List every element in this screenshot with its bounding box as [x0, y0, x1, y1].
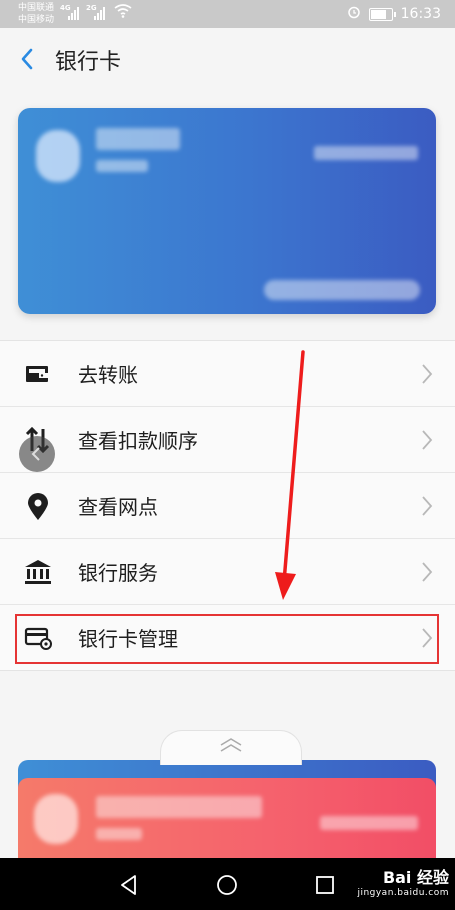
menu-item-deduction-order[interactable]: 查看扣款顺序	[0, 407, 455, 473]
card-number-blurred	[314, 146, 418, 160]
carrier-labels: 中国联通 中国移动	[18, 2, 54, 26]
card-action-blurred	[264, 280, 420, 300]
double-chevron-up-icon	[220, 738, 242, 752]
bank-logo-blurred	[34, 794, 78, 844]
card-type-blurred	[96, 828, 142, 840]
menu-item-label: 银行卡管理	[78, 627, 178, 651]
circle-home-icon	[217, 875, 237, 895]
back-button[interactable]	[16, 44, 40, 74]
square-recents-icon	[316, 876, 334, 894]
battery-icon	[368, 7, 396, 21]
menu-item-bank-services[interactable]: 银行服务	[0, 539, 455, 605]
chevron-left-icon	[21, 48, 33, 70]
watermark-sub: jingyan.baidu.com	[357, 888, 449, 898]
card-menu: 去转账 查看扣款顺序 查看网点 银行服务 银行卡管理	[0, 340, 455, 671]
header: 银行卡	[0, 28, 455, 90]
signal-icon	[68, 6, 79, 20]
menu-item-label: 去转账	[78, 363, 138, 387]
menu-item-branches[interactable]: 查看网点	[0, 473, 455, 539]
nav-recents-button[interactable]	[312, 872, 338, 898]
wifi-icon	[114, 4, 132, 22]
alarm-icon	[347, 5, 361, 23]
chevron-left-icon	[31, 447, 40, 461]
menu-item-label: 查看扣款顺序	[78, 429, 198, 453]
menu-item-card-management[interactable]: 银行卡管理	[0, 605, 455, 670]
carrier-1: 中国联通	[18, 3, 55, 13]
system-nav-bar: Bai 经验 jingyan.baidu.com	[0, 858, 455, 910]
bank-name-blurred	[96, 128, 180, 150]
chevron-right-icon	[422, 628, 433, 648]
menu-item-label: 银行服务	[78, 561, 158, 585]
page-title: 银行卡	[55, 50, 122, 75]
status-time: 16:33	[400, 6, 441, 22]
nav-home-button[interactable]	[214, 872, 240, 898]
menu-item-label: 查看网点	[78, 495, 158, 519]
floating-back-button[interactable]	[19, 436, 55, 472]
menu-item-transfer[interactable]: 去转账	[0, 341, 455, 407]
bank-icon	[24, 559, 52, 585]
card-type-blurred	[96, 160, 148, 172]
signal-icon	[94, 6, 105, 20]
bank-logo-blurred	[36, 130, 80, 182]
status-right: 16:33	[347, 5, 441, 23]
expand-cards-button[interactable]	[160, 730, 302, 765]
status-bar: 中国联通 中国移动 4G 2G 16:33	[0, 0, 455, 28]
bank-name-blurred	[96, 796, 262, 818]
bank-card[interactable]	[18, 108, 436, 314]
wallet-icon	[24, 361, 52, 387]
triangle-back-icon	[121, 875, 136, 895]
card-number-blurred	[320, 816, 418, 830]
stacked-card-red[interactable]	[18, 778, 436, 868]
chevron-right-icon	[422, 364, 433, 384]
watermark-main: Bai 经验	[382, 868, 449, 887]
card-settings-icon	[24, 625, 52, 651]
watermark: Bai 经验 jingyan.baidu.com	[357, 864, 449, 898]
nav-back-button[interactable]	[116, 872, 142, 898]
chevron-right-icon	[422, 430, 433, 450]
chevron-right-icon	[422, 562, 433, 582]
location-pin-icon	[24, 493, 52, 520]
carrier-2: 中国移动	[18, 15, 55, 25]
chevron-right-icon	[422, 496, 433, 516]
